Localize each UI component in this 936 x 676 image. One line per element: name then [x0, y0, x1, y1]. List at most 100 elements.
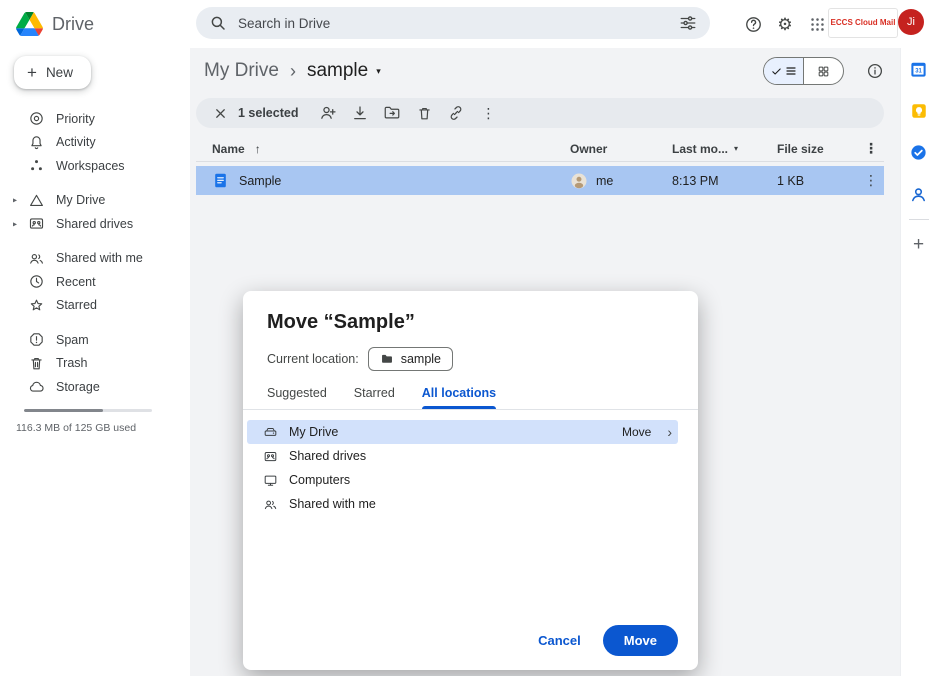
copy-link-button[interactable]: [440, 99, 472, 127]
column-header-owner[interactable]: Owner: [570, 142, 672, 156]
tab-starred[interactable]: Starred: [354, 386, 395, 409]
details-button[interactable]: [866, 62, 884, 80]
trash-icon: [28, 355, 45, 372]
info-icon: [866, 62, 884, 80]
sidebar-item-shared-drives[interactable]: ▸ Shared drives: [0, 212, 190, 236]
sidebar-item-my-drive[interactable]: ▸ My Drive: [0, 189, 190, 213]
column-header-name[interactable]: Name ↑: [196, 142, 570, 156]
sidebar-item-label: Workspaces: [56, 159, 125, 173]
help-icon: [744, 15, 763, 34]
clear-selection-button[interactable]: [204, 99, 236, 127]
dialog-footer: Cancel Move: [526, 625, 678, 656]
location-row-shared-with-me[interactable]: Shared with me: [247, 492, 678, 516]
expand-caret-icon[interactable]: ▸: [13, 196, 17, 205]
move-to-button[interactable]: [376, 99, 408, 127]
account-avatar[interactable]: Ji: [898, 9, 924, 35]
file-size-value: 1 KB: [777, 174, 804, 188]
column-settings-button[interactable]: ⋮: [858, 141, 884, 156]
folder-menu-caret-icon[interactable]: ▾: [376, 66, 381, 77]
list-view-icon: [785, 65, 797, 77]
list-view-button[interactable]: [764, 58, 803, 84]
sort-ascending-icon[interactable]: ↑: [255, 142, 261, 156]
kebab-icon: ⋮: [864, 140, 878, 156]
current-location-chip[interactable]: sample: [368, 347, 453, 371]
new-button-label: New: [46, 65, 73, 80]
sidebar-item-label: My Drive: [56, 193, 105, 207]
shared-drives-icon: [28, 215, 45, 232]
breadcrumb-current-folder[interactable]: sample: [307, 60, 368, 82]
search-options-tune-icon[interactable]: [679, 14, 697, 32]
file-row-sample[interactable]: Sample me 8:13 PM 1 KB ⋮: [196, 166, 884, 195]
folder-icon: [380, 352, 394, 366]
dialog-title: Move “Sample”: [243, 291, 698, 334]
more-actions-button[interactable]: ⋮: [472, 99, 504, 127]
google-apps-button[interactable]: [806, 13, 828, 35]
contacts-panel-button[interactable]: [909, 185, 928, 204]
sidebar-item-workspaces[interactable]: Workspaces: [0, 154, 190, 178]
sidebar-item-shared-with-me[interactable]: Shared with me: [0, 247, 190, 271]
cancel-button[interactable]: Cancel: [526, 625, 593, 656]
delete-button[interactable]: [408, 99, 440, 127]
drive-home-link[interactable]: Drive: [0, 0, 190, 38]
tab-all-locations[interactable]: All locations: [422, 386, 496, 409]
keep-panel-button[interactable]: [910, 102, 928, 120]
new-button[interactable]: + New: [14, 56, 91, 89]
download-button[interactable]: [344, 99, 376, 127]
location-row-computers[interactable]: Computers: [247, 468, 678, 492]
sidebar-item-recent[interactable]: Recent: [0, 270, 190, 294]
file-name: Sample: [239, 174, 281, 188]
sidebar-item-label: Trash: [56, 356, 88, 370]
sidebar-item-label: Recent: [56, 275, 96, 289]
sidebar-item-activity[interactable]: Activity: [0, 131, 190, 155]
column-header-file-size[interactable]: File size: [777, 142, 858, 156]
search-bar[interactable]: [196, 7, 710, 39]
kebab-icon: ⋮: [864, 172, 878, 188]
sidebar-item-priority[interactable]: Priority: [0, 107, 190, 131]
download-icon: [351, 104, 369, 122]
sidebar-item-starred[interactable]: Starred: [0, 294, 190, 318]
current-location-label: Current location:: [267, 352, 359, 366]
svg-text:31: 31: [915, 69, 922, 75]
expand-caret-icon[interactable]: ▸: [13, 219, 17, 228]
get-addons-button[interactable]: +: [913, 235, 924, 254]
chevron-right-icon: ›: [667, 425, 672, 439]
location-list: My Drive Move › Shared drives Computers …: [243, 420, 698, 516]
activity-bell-icon: [28, 134, 45, 151]
sidebar-item-trash[interactable]: Trash: [0, 352, 190, 376]
help-button[interactable]: [742, 13, 764, 35]
column-menu-caret-icon[interactable]: ▾: [734, 144, 738, 153]
storage-caption: 116.3 MB of 125 GB used: [16, 422, 190, 434]
owner-name: me: [596, 174, 613, 188]
grid-view-button[interactable]: [804, 58, 843, 84]
search-input[interactable]: [238, 16, 668, 31]
breadcrumb-my-drive[interactable]: My Drive: [204, 60, 279, 82]
recent-clock-icon: [28, 273, 45, 290]
move-here-action[interactable]: Move ›: [622, 425, 672, 439]
check-icon: [771, 66, 782, 77]
sidebar-item-storage[interactable]: Storage: [0, 375, 190, 399]
location-row-my-drive[interactable]: My Drive Move ›: [247, 420, 678, 444]
tasks-panel-button[interactable]: [909, 143, 928, 162]
calendar-panel-button[interactable]: 31: [909, 60, 928, 79]
search-icon: [209, 14, 227, 32]
sidebar-item-spam[interactable]: Spam: [0, 328, 190, 352]
move-button[interactable]: Move: [603, 625, 678, 656]
sidebar-item-label: Activity: [56, 135, 96, 149]
row-more-actions-button[interactable]: ⋮: [858, 173, 884, 188]
workspaces-icon: [28, 157, 45, 174]
share-button[interactable]: [312, 99, 344, 127]
column-header-last-modified[interactable]: Last mo... ▾: [672, 142, 777, 156]
org-mail-badge[interactable]: ECCS Cloud Mail: [828, 8, 898, 38]
settings-button[interactable]: ⚙: [774, 13, 796, 35]
spam-icon: [28, 331, 45, 348]
selection-toolbar: 1 selected ⋮: [196, 98, 884, 128]
move-folder-icon: [383, 104, 401, 122]
tab-suggested[interactable]: Suggested: [267, 386, 327, 409]
storage-cloud-icon: [28, 378, 45, 395]
sidebar-item-label: Shared with me: [56, 251, 143, 265]
gear-icon: ⚙: [777, 16, 792, 33]
left-sidebar: Drive + New Priority Activity Workspaces…: [0, 0, 190, 676]
storage-usage-fill: [24, 409, 103, 412]
current-location-row: Current location: sample: [243, 334, 698, 371]
location-row-shared-drives[interactable]: Shared drives: [247, 444, 678, 468]
